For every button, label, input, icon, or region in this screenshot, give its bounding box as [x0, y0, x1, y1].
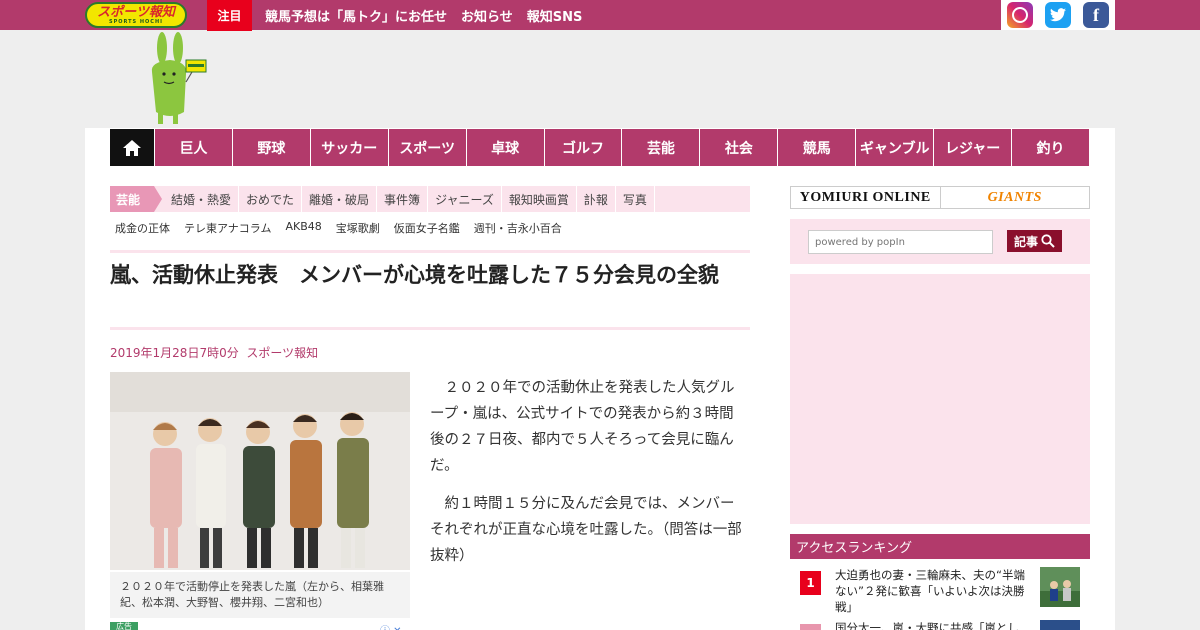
top-link-news[interactable]: お知らせ: [461, 6, 513, 25]
topic-tag[interactable]: 成金の正体: [115, 220, 170, 236]
subnav-item[interactable]: 訃報: [577, 186, 616, 212]
ranking-title-text: 大迫勇也の妻・三輪麻未、夫の“半端ない”２発に歓喜「いよいよ次は決勝戦」: [835, 568, 1025, 614]
twitter-icon[interactable]: [1045, 2, 1071, 28]
search-button[interactable]: 記事: [1007, 230, 1062, 252]
home-button[interactable]: [110, 129, 154, 166]
ad-label: 広告: [110, 622, 138, 630]
ranking-number: 2: [800, 624, 821, 630]
topic-tags: 成金の正体 テレ東アナコラム AKB48 宝塚歌劇 仮面女子名鑑 週刊・吉永小百…: [115, 220, 562, 236]
topic-tag[interactable]: 仮面女子名鑑: [394, 220, 460, 236]
article-paragraph: ２０２０年での活動休止を発表した人気グループ・嵐は、公式サイトでの発表から約３時…: [430, 380, 735, 474]
ranking-item[interactable]: 2 国分太一、嵐・大野に共感「嵐とし: [790, 618, 1090, 630]
partner-links: YOMIURI ONLINE GIANTS: [790, 186, 1090, 209]
ranking-title: アクセスランキング: [790, 534, 1090, 559]
nav-item-fishing[interactable]: 釣り: [1011, 129, 1090, 166]
article-dateline: 2019年1月28日7時0分 スポーツ報知: [110, 344, 318, 361]
article-paragraph: 約１時間１５分に及んだ会見では、メンバーそれぞれが正直な心境を吐露した。（問答は…: [430, 496, 742, 564]
nav-item-leisure[interactable]: レジャー: [933, 129, 1012, 166]
article-date: 2019年1月28日7時0分: [110, 346, 239, 360]
nav-item-society[interactable]: 社会: [699, 129, 778, 166]
topic-tag[interactable]: 週刊・吉永小百合: [474, 220, 562, 236]
nav-item-sports[interactable]: スポーツ: [387, 129, 466, 166]
article-title: 嵐、活動休止発表 メンバーが心境を吐露した７５分会見の全貌: [110, 263, 719, 287]
top-link-sns[interactable]: 報知SNS: [527, 6, 583, 25]
subnav-category[interactable]: 芸能: [110, 186, 162, 212]
search-button-label: 記事: [1013, 234, 1038, 249]
topic-tag[interactable]: テレ東アナコラム: [184, 220, 271, 236]
nav-item-giants[interactable]: 巨人: [153, 129, 232, 166]
yomiuri-online-link[interactable]: YOMIURI ONLINE: [791, 187, 941, 208]
divider: [110, 250, 750, 253]
social-links: f: [1001, 0, 1115, 30]
subnav-item[interactable]: 離婚・破局: [302, 186, 378, 212]
sub-nav: 芸能 結婚・熱愛 おめでた 離婚・破局 事件簿 ジャニーズ 報知映画賞 訃報 写…: [110, 186, 750, 212]
nav-item-baseball[interactable]: 野球: [231, 129, 310, 166]
ranking-title-text: 国分太一、嵐・大野に共感「嵐とし: [835, 621, 1019, 630]
site-logo[interactable]: スポーツ報知 SPORTS HOCHI: [85, 2, 187, 28]
subnav-item[interactable]: 写真: [616, 186, 655, 212]
top-links: 競馬予想は「馬トク」にお任せ お知らせ 報知SNS: [265, 0, 582, 30]
article-photo[interactable]: [110, 372, 410, 570]
topic-tag[interactable]: 宝塚歌劇: [336, 220, 380, 236]
subnav-item[interactable]: 報知映画賞: [502, 186, 577, 212]
ranking-thumbnail: [1040, 620, 1080, 630]
search-box: 記事: [790, 219, 1090, 264]
nav-item-table-tennis[interactable]: 卓球: [465, 129, 544, 166]
divider: [110, 327, 750, 330]
subnav-item[interactable]: 結婚・熱愛: [164, 186, 240, 212]
article-source[interactable]: スポーツ報知: [246, 346, 318, 360]
attention-label: 注目: [207, 0, 252, 31]
mascot-image: [151, 32, 207, 124]
photo-caption: ２０２０年で活動停止を発表した嵐（左から、相葉雅紀、松本潤、大野智、櫻井翔、二宮…: [110, 572, 410, 618]
ranking-number: 1: [800, 571, 821, 595]
nav-item-golf[interactable]: ゴルフ: [543, 129, 622, 166]
nav-item-horse-racing[interactable]: 競馬: [777, 129, 856, 166]
nav-item-gamble[interactable]: ギャンブル: [855, 129, 934, 166]
logo-text: スポーツ報知: [97, 4, 175, 20]
home-icon: [122, 139, 141, 156]
search-icon: [1041, 234, 1055, 248]
nav-item-entertainment[interactable]: 芸能: [621, 129, 700, 166]
subnav-item[interactable]: おめでた: [239, 186, 303, 212]
article-body: ２０２０年での活動休止を発表した人気グループ・嵐は、公式サイトでの発表から約３時…: [430, 375, 748, 581]
facebook-icon[interactable]: f: [1083, 2, 1109, 28]
top-link-umatoku[interactable]: 競馬予想は「馬トク」にお任せ: [265, 6, 447, 25]
nav-item-soccer[interactable]: サッカー: [309, 129, 388, 166]
ranking-item[interactable]: 1 大迫勇也の妻・三輪麻未、夫の“半端ない”２発に歓喜「いよいよ次は決勝戦」: [790, 565, 1090, 615]
main-nav: 巨人 野球 サッカー スポーツ 卓球 ゴルフ 芸能 社会 競馬 ギャンブル レジ…: [110, 129, 1090, 166]
topic-tag[interactable]: AKB48: [285, 220, 321, 236]
subnav-item[interactable]: ジャニーズ: [428, 186, 502, 212]
subnav-item[interactable]: 事件簿: [377, 186, 429, 212]
search-input[interactable]: [808, 230, 993, 254]
giants-link[interactable]: GIANTS: [941, 187, 1090, 208]
ad-banner[interactable]: [790, 274, 1090, 524]
ranking-thumbnail: [1040, 567, 1080, 607]
logo-subtext: SPORTS HOCHI: [108, 18, 164, 25]
ad-choices-icon[interactable]: ⓘ ✕: [380, 622, 402, 630]
instagram-icon[interactable]: [1007, 2, 1033, 28]
